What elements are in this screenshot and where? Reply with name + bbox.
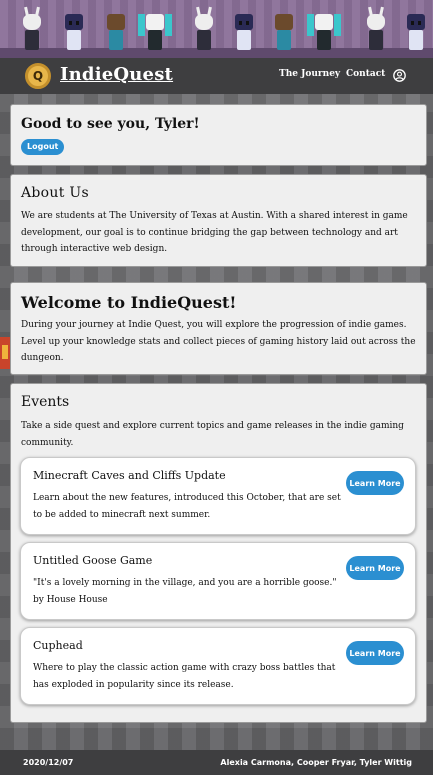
brand-link[interactable]: IndieQuest (60, 64, 173, 85)
logout-button[interactable]: Logout (21, 139, 65, 155)
footer: 2020/12/07 Alexia Carmona, Cooper Fryar,… (0, 750, 433, 775)
torch-decoration (0, 337, 10, 369)
events-title: Events (21, 394, 70, 410)
ghost-character-sprite (232, 10, 256, 52)
hollow-knight-sprite (20, 10, 44, 52)
event-description: Learn about the new features, introduced… (33, 493, 341, 520)
events-intro: Take a side quest and explore current to… (21, 421, 404, 448)
footer-authors: Alexia Carmona, Cooper Fryar, Tyler Witt… (220, 758, 412, 767)
about-body: We are students at The University of Tex… (21, 211, 408, 254)
event-title: Minecraft Caves and Cliffs Update (33, 469, 226, 482)
learn-more-button[interactable]: Learn More (346, 556, 404, 580)
coin-logo-icon[interactable]: Q (25, 63, 51, 89)
event-title: Untitled Goose Game (33, 554, 153, 567)
event-card: Minecraft Caves and Cliffs Update Learn … (20, 457, 416, 535)
ghost-character-sprite (62, 10, 86, 52)
hollow-knight-sprite (364, 10, 388, 52)
miku-sprite (138, 10, 172, 52)
nav-link-contact[interactable]: Contact (346, 69, 385, 79)
ghost-character-sprite (404, 10, 428, 52)
event-description: Where to play the classic action game wi… (33, 663, 336, 690)
footer-date: 2020/12/07 (23, 758, 74, 767)
navbar: Q IndieQuest The Journey Contact (0, 58, 433, 94)
welcome-title: Welcome to IndieQuest! (21, 293, 237, 312)
greeting-text: Good to see you, Tyler! (21, 116, 200, 132)
hollow-knight-sprite (192, 10, 216, 52)
header-banner (0, 0, 433, 58)
steve-sprite (104, 10, 128, 52)
event-title: Cuphead (33, 639, 83, 652)
learn-more-button[interactable]: Learn More (346, 471, 404, 495)
about-card: About Us We are students at The Universi… (10, 174, 427, 267)
greeting-card: Good to see you, Tyler! Logout (10, 104, 427, 166)
steve-sprite (272, 10, 296, 52)
nav-link-the-journey[interactable]: The Journey (279, 69, 340, 79)
learn-more-button[interactable]: Learn More (346, 641, 404, 665)
event-card: Untitled Goose Game "It's a lovely morni… (20, 542, 416, 620)
events-card: Events Take a side quest and explore cur… (10, 383, 427, 723)
event-description: "It's a lovely morning in the village, a… (33, 578, 337, 605)
miku-sprite (307, 10, 341, 52)
about-title: About Us (21, 185, 89, 201)
user-circle-icon[interactable] (393, 69, 406, 82)
welcome-card: Welcome to IndieQuest! During your journ… (10, 282, 427, 375)
welcome-body: During your journey at Indie Quest, you … (21, 320, 416, 363)
event-card: Cuphead Where to play the classic action… (20, 627, 416, 705)
